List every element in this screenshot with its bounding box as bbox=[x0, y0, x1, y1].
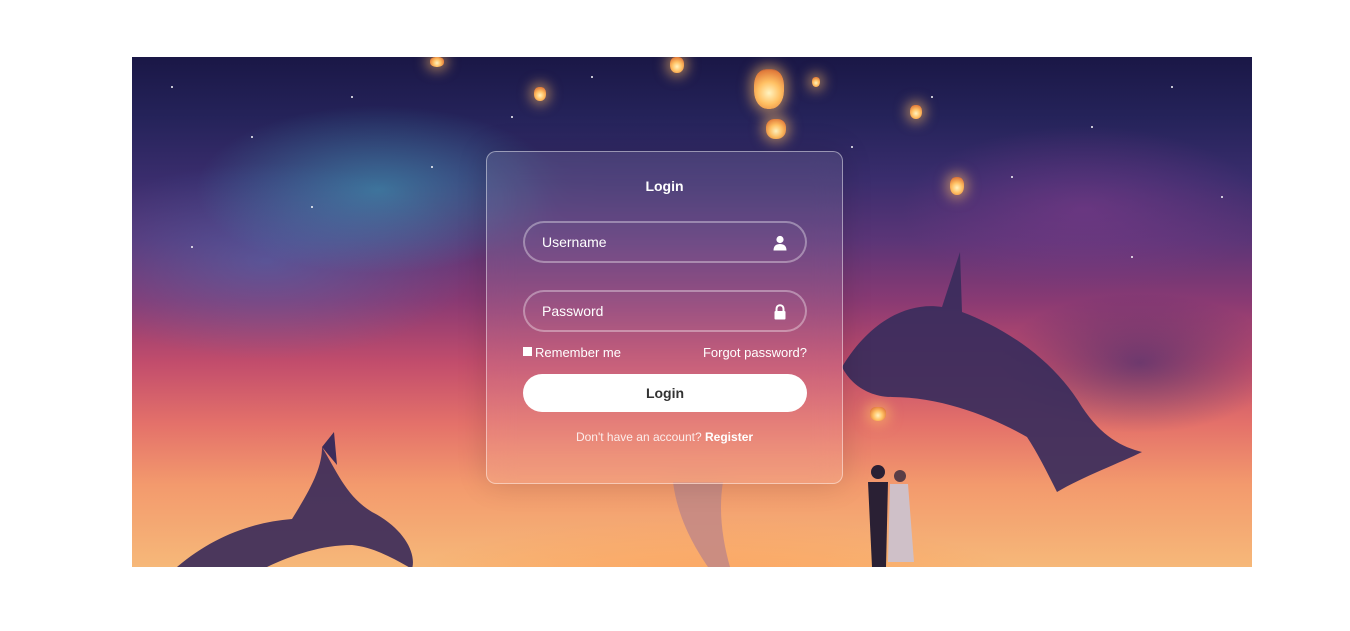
lantern bbox=[754, 69, 784, 109]
right-dolphin-illustration bbox=[842, 252, 1142, 492]
lantern bbox=[950, 177, 964, 195]
login-title: Login bbox=[645, 178, 684, 194]
tail-illustration bbox=[673, 482, 730, 567]
left-dolphin-illustration bbox=[177, 432, 413, 567]
register-link[interactable]: Register bbox=[705, 430, 753, 444]
couple-silhouette bbox=[868, 465, 914, 567]
lantern bbox=[766, 119, 786, 139]
lantern bbox=[910, 105, 922, 119]
remember-checkbox[interactable] bbox=[523, 347, 532, 356]
remember-label: Remember me bbox=[535, 345, 621, 360]
lantern bbox=[534, 87, 546, 101]
username-field[interactable] bbox=[523, 221, 807, 263]
lantern bbox=[812, 77, 820, 87]
register-prompt-text: Don't have an account? bbox=[575, 430, 702, 444]
lantern bbox=[430, 57, 444, 67]
login-button[interactable]: Login bbox=[523, 374, 807, 412]
register-prompt: Don't have an account? Register bbox=[487, 430, 842, 444]
form-options-row: Remember me Forgot password? bbox=[523, 345, 807, 363]
forgot-password-link[interactable]: Forgot password? bbox=[703, 345, 807, 360]
password-input[interactable] bbox=[542, 292, 752, 330]
password-field[interactable] bbox=[523, 290, 807, 332]
username-input[interactable] bbox=[542, 223, 752, 261]
login-card: Login Remember me Forgot password? Login… bbox=[486, 151, 843, 484]
lantern bbox=[670, 57, 684, 73]
user-icon bbox=[773, 235, 787, 251]
remember-me[interactable]: Remember me bbox=[523, 345, 621, 360]
lock-icon bbox=[774, 304, 786, 320]
